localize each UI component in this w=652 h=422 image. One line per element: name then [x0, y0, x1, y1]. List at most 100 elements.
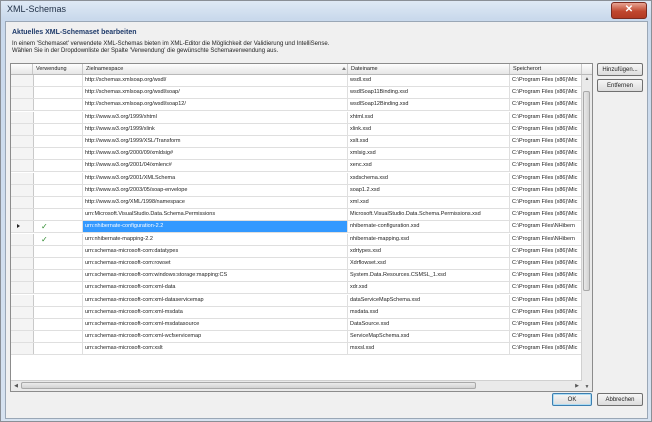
- table-row[interactable]: http://www.w3.org/2003/05/soap-envelope s…: [11, 184, 582, 197]
- row-header[interactable]: [11, 111, 34, 123]
- cell-zielnamespace[interactable]: http://www.w3.org/XML/1998/namespace: [83, 197, 348, 208]
- cell-verwendung[interactable]: [33, 75, 83, 86]
- cell-speicherort[interactable]: C:\Program Files\NHibern: [510, 221, 582, 233]
- cell-verwendung[interactable]: ✓: [33, 233, 83, 245]
- remove-button[interactable]: Entfernen: [597, 79, 643, 92]
- cell-dateiname[interactable]: xsdschema.xsd: [348, 172, 510, 184]
- row-header[interactable]: [11, 270, 34, 282]
- cell-speicherort[interactable]: C:\Program Files (x86)\Mic: [510, 75, 582, 86]
- row-header[interactable]: [11, 319, 34, 330]
- table-row[interactable]: http://www.w3.org/1999/XSL/Transform xslt…: [11, 136, 582, 148]
- table-row[interactable]: http://www.w3.org/1999/xlink xlink.xsd C:\…: [11, 123, 582, 136]
- cell-verwendung[interactable]: [33, 148, 83, 160]
- add-button[interactable]: Hinzufügen...: [597, 63, 643, 76]
- row-header[interactable]: [11, 245, 34, 257]
- cell-speicherort[interactable]: C:\Program Files (x86)\Mic: [510, 343, 582, 355]
- row-header[interactable]: [11, 148, 34, 160]
- scroll-left-icon[interactable]: ◀: [11, 381, 21, 391]
- cell-verwendung[interactable]: [33, 123, 83, 135]
- cell-dateiname[interactable]: wsdlSoap11Binding.xsd: [348, 87, 510, 99]
- table-row[interactable]: ✓ urn:nhibernate-mapping-2.2 nhibernate-ma…: [11, 233, 582, 246]
- cell-zielnamespace[interactable]: urn:schemas-microsoft-com:windows:storag…: [83, 270, 348, 282]
- table-row[interactable]: urn:schemas-microsoft-com:xslt msxsl.xsd C…: [11, 343, 582, 356]
- cell-speicherort[interactable]: C:\Program Files (x86)\Mic: [510, 319, 582, 330]
- table-row[interactable]: urn:schemas-microsoft-com:datatypes xdrty…: [11, 245, 582, 258]
- cell-zielnamespace[interactable]: urn:schemas-microsoft-com:datatypes: [83, 245, 348, 257]
- cell-verwendung[interactable]: [33, 160, 83, 172]
- cell-speicherort[interactable]: C:\Program Files (x86)\Mic: [510, 197, 582, 208]
- column-header-speicherort[interactable]: Speicherort: [510, 64, 582, 74]
- scroll-down-icon[interactable]: ▼: [582, 383, 592, 391]
- cell-speicherort[interactable]: C:\Program Files (x86)\Mic: [510, 148, 582, 160]
- cell-zielnamespace[interactable]: urn:schemas-microsoft-com:xslt: [83, 343, 348, 355]
- column-header-zielnamespace[interactable]: Zielnamespace: [83, 64, 348, 74]
- cell-dateiname[interactable]: xhtml.xsd: [348, 111, 510, 123]
- cell-zielnamespace[interactable]: urn:Microsoft.VisualStudio.Data.Schema.P…: [83, 209, 348, 221]
- cell-dateiname[interactable]: Microsoft.VisualStudio.Data.Schema.Permi…: [348, 209, 510, 221]
- cell-speicherort[interactable]: C:\Program Files (x86)\Mic: [510, 282, 582, 294]
- table-row[interactable]: http://www.w3.org/1999/xhtml xhtml.xsd C:\…: [11, 111, 582, 124]
- table-row[interactable]: ✓ urn:nhibernate-configuration-2.2 nhibern…: [11, 221, 582, 234]
- row-header[interactable]: [11, 343, 34, 355]
- cell-zielnamespace[interactable]: http://schemas.xmlsoap.org/wsdl/: [83, 75, 348, 86]
- row-header[interactable]: [11, 331, 34, 343]
- cell-speicherort[interactable]: C:\Program Files\NHibern: [510, 233, 582, 245]
- table-row[interactable]: urn:schemas-microsoft-com:xml-dataservic…: [11, 294, 582, 307]
- table-row[interactable]: urn:schemas-microsoft-com:xml-wcfservice…: [11, 331, 582, 344]
- cell-verwendung[interactable]: [33, 184, 83, 196]
- cell-zielnamespace[interactable]: http://www.w3.org/2001/04/xmlenc#: [83, 160, 348, 172]
- table-row[interactable]: http://www.w3.org/2000/09/xmldsig# xmlsig…: [11, 148, 582, 161]
- cell-speicherort[interactable]: C:\Program Files (x86)\Mic: [510, 184, 582, 196]
- table-row[interactable]: urn:schemas-microsoft-com:rowset Xdrflows…: [11, 258, 582, 270]
- cell-dateiname[interactable]: msxsl.xsd: [348, 343, 510, 355]
- cell-zielnamespace[interactable]: urn:schemas-microsoft-com:xml-data: [83, 282, 348, 294]
- cell-dateiname[interactable]: dataServiceMapSchema.xsd: [348, 294, 510, 306]
- cell-zielnamespace[interactable]: urn:nhibernate-configuration-2.2: [83, 221, 348, 233]
- table-row[interactable]: http://schemas.xmlsoap.org/wsdl/soap/wsd…: [11, 87, 582, 100]
- cell-speicherort[interactable]: C:\Program Files (x86)\Mic: [510, 136, 582, 147]
- cell-verwendung[interactable]: [33, 258, 83, 269]
- cell-dateiname[interactable]: Xdrflowset.xsd: [348, 258, 510, 269]
- cell-zielnamespace[interactable]: http://www.w3.org/1999/xhtml: [83, 111, 348, 123]
- cell-zielnamespace[interactable]: http://www.w3.org/1999/XSL/Transform: [83, 136, 348, 147]
- cell-speicherort[interactable]: C:\Program Files (x86)\Mic: [510, 123, 582, 135]
- cell-verwendung[interactable]: [33, 87, 83, 99]
- cell-zielnamespace[interactable]: http://schemas.xmlsoap.org/wsdl/soap/: [83, 87, 348, 99]
- column-header-dateiname[interactable]: Dateiname: [348, 64, 510, 74]
- cancel-button[interactable]: Abbrechen: [597, 393, 643, 406]
- row-header[interactable]: [11, 233, 34, 245]
- cell-speicherort[interactable]: C:\Program Files (x86)\Mic: [510, 258, 582, 269]
- cell-verwendung[interactable]: [33, 343, 83, 355]
- cell-speicherort[interactable]: C:\Program Files (x86)\Mic: [510, 270, 582, 282]
- cell-zielnamespace[interactable]: urn:schemas-microsoft-com:xml-msdatasour…: [83, 319, 348, 330]
- cell-verwendung[interactable]: [33, 172, 83, 184]
- cell-verwendung[interactable]: [33, 245, 83, 257]
- row-header[interactable]: [11, 209, 34, 221]
- cell-verwendung[interactable]: [33, 294, 83, 306]
- cell-speicherort[interactable]: C:\Program Files (x86)\Mic: [510, 245, 582, 257]
- cell-verwendung[interactable]: [33, 319, 83, 330]
- cell-speicherort[interactable]: C:\Program Files (x86)\Mic: [510, 306, 582, 318]
- cell-verwendung[interactable]: [33, 331, 83, 343]
- cell-dateiname[interactable]: DataSource.xsd: [348, 319, 510, 330]
- cell-zielnamespace[interactable]: http://www.w3.org/2000/09/xmldsig#: [83, 148, 348, 160]
- cell-speicherort[interactable]: C:\Program Files (x86)\Mic: [510, 209, 582, 221]
- row-header[interactable]: [11, 136, 34, 147]
- table-row[interactable]: urn:schemas-microsoft-com:xml-data xdr.xs…: [11, 282, 582, 295]
- cell-verwendung[interactable]: [33, 111, 83, 123]
- vertical-scrollbar[interactable]: ▲ ▼: [581, 75, 592, 391]
- cell-verwendung[interactable]: [33, 197, 83, 208]
- table-row[interactable]: urn:Microsoft.VisualStudio.Data.Schema.P…: [11, 209, 582, 222]
- row-header[interactable]: [11, 258, 34, 269]
- scroll-right-icon[interactable]: ▶: [572, 381, 582, 391]
- cell-speicherort[interactable]: C:\Program Files (x86)\Mic: [510, 99, 582, 111]
- cell-dateiname[interactable]: wsdlSoap12Binding.xsd: [348, 99, 510, 111]
- schema-table[interactable]: Verwendung Zielnamespace Dateiname Speic…: [10, 63, 593, 392]
- cell-dateiname[interactable]: xdr.xsd: [348, 282, 510, 294]
- cell-zielnamespace[interactable]: http://www.w3.org/1999/xlink: [83, 123, 348, 135]
- cell-speicherort[interactable]: C:\Program Files (x86)\Mic: [510, 111, 582, 123]
- cell-zielnamespace[interactable]: urn:nhibernate-mapping-2.2: [83, 233, 348, 245]
- row-header[interactable]: [11, 294, 34, 306]
- column-header-verwendung[interactable]: Verwendung: [33, 64, 83, 74]
- cell-zielnamespace[interactable]: urn:schemas-microsoft-com:xml-msdata: [83, 306, 348, 318]
